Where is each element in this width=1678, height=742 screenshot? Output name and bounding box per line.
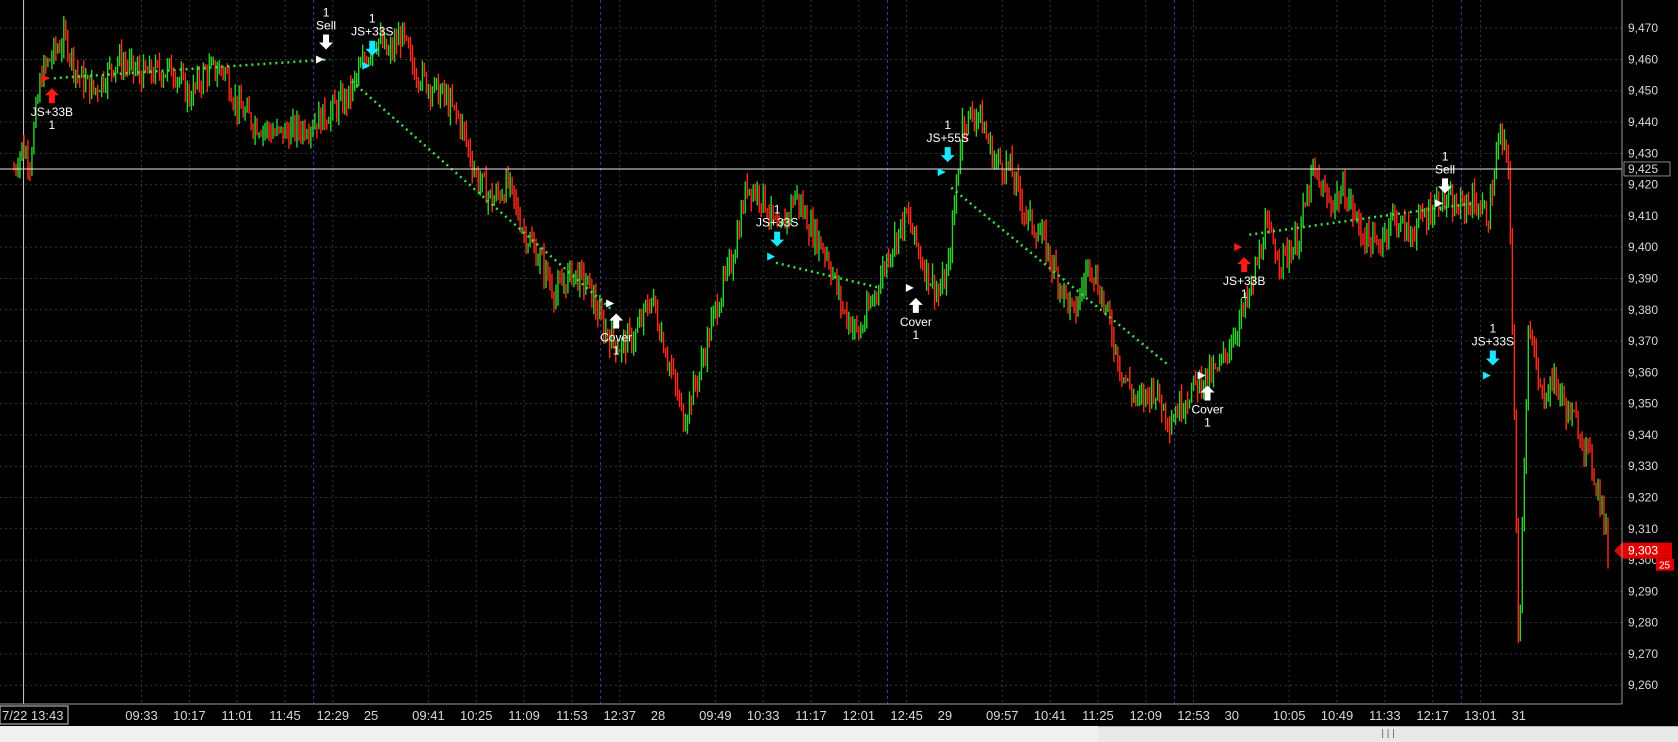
y-tick-label-11: 9,360 [1628, 365, 1658, 379]
signal-label: Sell [316, 18, 336, 32]
chart-background [0, 0, 1678, 726]
signal-qty: 1 [369, 12, 376, 26]
signal-label: JS+33B [31, 105, 73, 119]
x-tick-label-27: 11:33 [1369, 708, 1401, 723]
x-tick-label-16: 12:01 [843, 708, 876, 723]
x-tick-label-8: 10:25 [460, 708, 493, 723]
signal-label: JS+33S [756, 216, 798, 230]
y-tick-label-5: 9,420 [1628, 178, 1658, 192]
x-tick-label-6: 25 [364, 708, 378, 723]
signal-label: JS+33S [1472, 334, 1514, 348]
horizontal-scrollbar[interactable]: ||| [1098, 726, 1678, 742]
x-tick-label-7: 09:41 [412, 708, 445, 723]
signal-label: Cover [1192, 402, 1224, 416]
reference-line-label: 9,425 [1628, 162, 1658, 176]
x-tick-label-24: 30 [1225, 708, 1239, 723]
y-tick-label-8: 9,390 [1628, 271, 1658, 285]
x-tick-label-23: 12:53 [1177, 708, 1210, 723]
y-tick-label-0: 9,470 [1628, 21, 1658, 35]
x-tick-label-26: 10:49 [1321, 708, 1354, 723]
signal-label: Cover [600, 331, 632, 345]
last-price-count: 25 [1659, 561, 1671, 572]
x-tick-label-10: 11:53 [556, 708, 588, 723]
x-tick-label-11: 12:37 [603, 708, 636, 723]
y-tick-label-13: 9,340 [1628, 428, 1658, 442]
x-tick-label-29: 13:01 [1464, 708, 1497, 723]
scroll-track[interactable] [0, 726, 1098, 742]
signal-qty: 1 [1241, 287, 1248, 301]
x-tick-label-22: 12:09 [1129, 708, 1162, 723]
x-tick-label-21: 11:25 [1082, 708, 1114, 723]
x-tick-label-4: 11:45 [269, 708, 301, 723]
signal-label: Sell [1435, 162, 1455, 176]
y-tick-label-12: 9,350 [1628, 397, 1658, 411]
x-tick-label-17: 12:45 [890, 708, 923, 723]
y-tick-label-4: 9,430 [1628, 146, 1658, 160]
y-tick-label-10: 9,370 [1628, 334, 1658, 348]
chart-canvas[interactable]: 9,425 JS+33B1Sell1JS+33S1Cover1JS+33S1Co… [0, 0, 1678, 726]
x-tick-label-19: 09:57 [986, 708, 1019, 723]
x-tick-label-30: 31 [1512, 708, 1526, 723]
x-tick-label-9: 11:09 [508, 708, 540, 723]
y-tick-label-9: 9,380 [1628, 303, 1658, 317]
x-tick-label-3: 11:01 [221, 708, 253, 723]
price-chart[interactable]: 9,425 JS+33B 1 Sell 1 JS+33S 1 Cover 1 JS+33S 1 Co… [0, 0, 1678, 742]
y-tick-label-7: 9,400 [1628, 240, 1658, 254]
y-tick-label-2: 9,450 [1628, 84, 1658, 98]
y-tick-label-15: 9,320 [1628, 490, 1658, 504]
x-tick-label-18: 29 [938, 708, 952, 723]
x-tick-label-0: 7/22 13:43 [2, 708, 63, 723]
signal-label: JS+33S [351, 25, 393, 39]
x-tick-label-25: 10:05 [1273, 708, 1306, 723]
y-tick-label-3: 9,440 [1628, 115, 1658, 129]
signal-label: JS+33B [1223, 274, 1265, 288]
x-tick-label-12: 28 [651, 708, 665, 723]
x-tick-label-2: 10:17 [173, 708, 206, 723]
y-tick-label-19: 9,280 [1628, 616, 1658, 630]
signal-qty: 1 [944, 118, 951, 132]
y-tick-label-21: 9,260 [1628, 678, 1658, 692]
signal-label: Cover [900, 315, 932, 329]
x-tick-label-15: 11:17 [795, 708, 827, 723]
last-price-label: 9,303 [1628, 544, 1658, 558]
signal-qty: 1 [912, 328, 919, 342]
y-tick-label-16: 9,310 [1628, 522, 1658, 536]
y-tick-label-14: 9,330 [1628, 459, 1658, 473]
x-tick-label-1: 09:33 [125, 708, 158, 723]
x-tick-label-20: 10:41 [1034, 708, 1067, 723]
y-tick-label-18: 9,290 [1628, 584, 1658, 598]
signal-qty: 1 [1490, 321, 1497, 335]
scroll-grip-icon[interactable]: ||| [1380, 729, 1396, 739]
x-tick-label-13: 09:49 [699, 708, 732, 723]
x-tick-label-5: 12:29 [317, 708, 350, 723]
signal-qty: 1 [613, 344, 620, 358]
x-tick-label-14: 10:33 [747, 708, 780, 723]
signal-label: JS+55S [927, 131, 969, 145]
x-tick-label-28: 12:17 [1416, 708, 1449, 723]
signal-qty: 1 [1204, 415, 1211, 429]
y-tick-label-6: 9,410 [1628, 209, 1658, 223]
signal-qty: 1 [1442, 149, 1449, 163]
y-tick-label-1: 9,460 [1628, 52, 1658, 66]
y-tick-label-20: 9,270 [1628, 647, 1658, 661]
signal-qty: 1 [323, 5, 330, 19]
signal-qty: 1 [774, 203, 781, 217]
signal-qty: 1 [49, 118, 56, 132]
